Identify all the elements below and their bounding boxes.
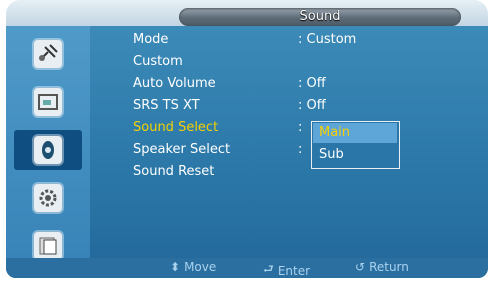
sidebar-item-setup[interactable]: [14, 178, 82, 218]
sound-icon: [34, 136, 62, 164]
return-icon: ↺: [355, 260, 366, 274]
sidebar: [6, 26, 90, 278]
menu-value: : Off: [298, 76, 326, 91]
hint-return: ↺ Return: [355, 260, 409, 274]
hint-enter: ⮐ Enter: [263, 260, 310, 281]
enter-icon: ⮐: [263, 262, 274, 276]
gear-icon: [34, 184, 62, 212]
hint-move: ⬍ Move: [170, 260, 216, 274]
menu-item-srs-ts-xt[interactable]: SRS TS XT : Off: [133, 96, 393, 118]
page-title: Sound: [299, 9, 341, 24]
sidebar-item-picture[interactable]: [14, 34, 82, 74]
footer: ⬍ Move ⮐ Enter ↺ Return: [6, 258, 488, 278]
menu-label: SRS TS XT: [133, 98, 200, 113]
menu-label: Speaker Select: [133, 142, 231, 157]
menu-value: : Custom: [298, 32, 357, 47]
menu-label: Custom: [133, 54, 183, 69]
move-icon: ⬍: [170, 260, 181, 274]
menu-item-auto-volume[interactable]: Auto Volume : Off: [133, 74, 393, 96]
menu-item-mode[interactable]: Mode : Custom: [133, 30, 393, 52]
menu-label: Sound Select: [133, 120, 219, 135]
menu-label: Sound Reset: [133, 164, 215, 179]
dropdown-option-sub[interactable]: Sub: [313, 145, 397, 165]
hint-move-label: Move: [184, 260, 217, 274]
menu-value: :: [298, 120, 303, 135]
sidebar-item-input[interactable]: [14, 82, 82, 122]
menu-label: Mode: [133, 32, 169, 47]
sidebar-item-sound[interactable]: [14, 130, 82, 170]
display-icon: [34, 88, 62, 116]
hint-enter-label: Enter: [277, 263, 311, 278]
menu-label: Auto Volume: [133, 76, 216, 91]
hint-return-label: Return: [369, 260, 409, 274]
menu-value: :: [298, 142, 303, 157]
dropdown-option-main[interactable]: Main: [313, 123, 397, 143]
satellite-icon: [34, 40, 62, 68]
multi-control-icon: [34, 232, 62, 260]
menu-item-custom[interactable]: Custom: [133, 52, 393, 74]
menu-value: : Off: [298, 98, 326, 113]
sound-select-dropdown[interactable]: Main Sub: [311, 121, 400, 169]
